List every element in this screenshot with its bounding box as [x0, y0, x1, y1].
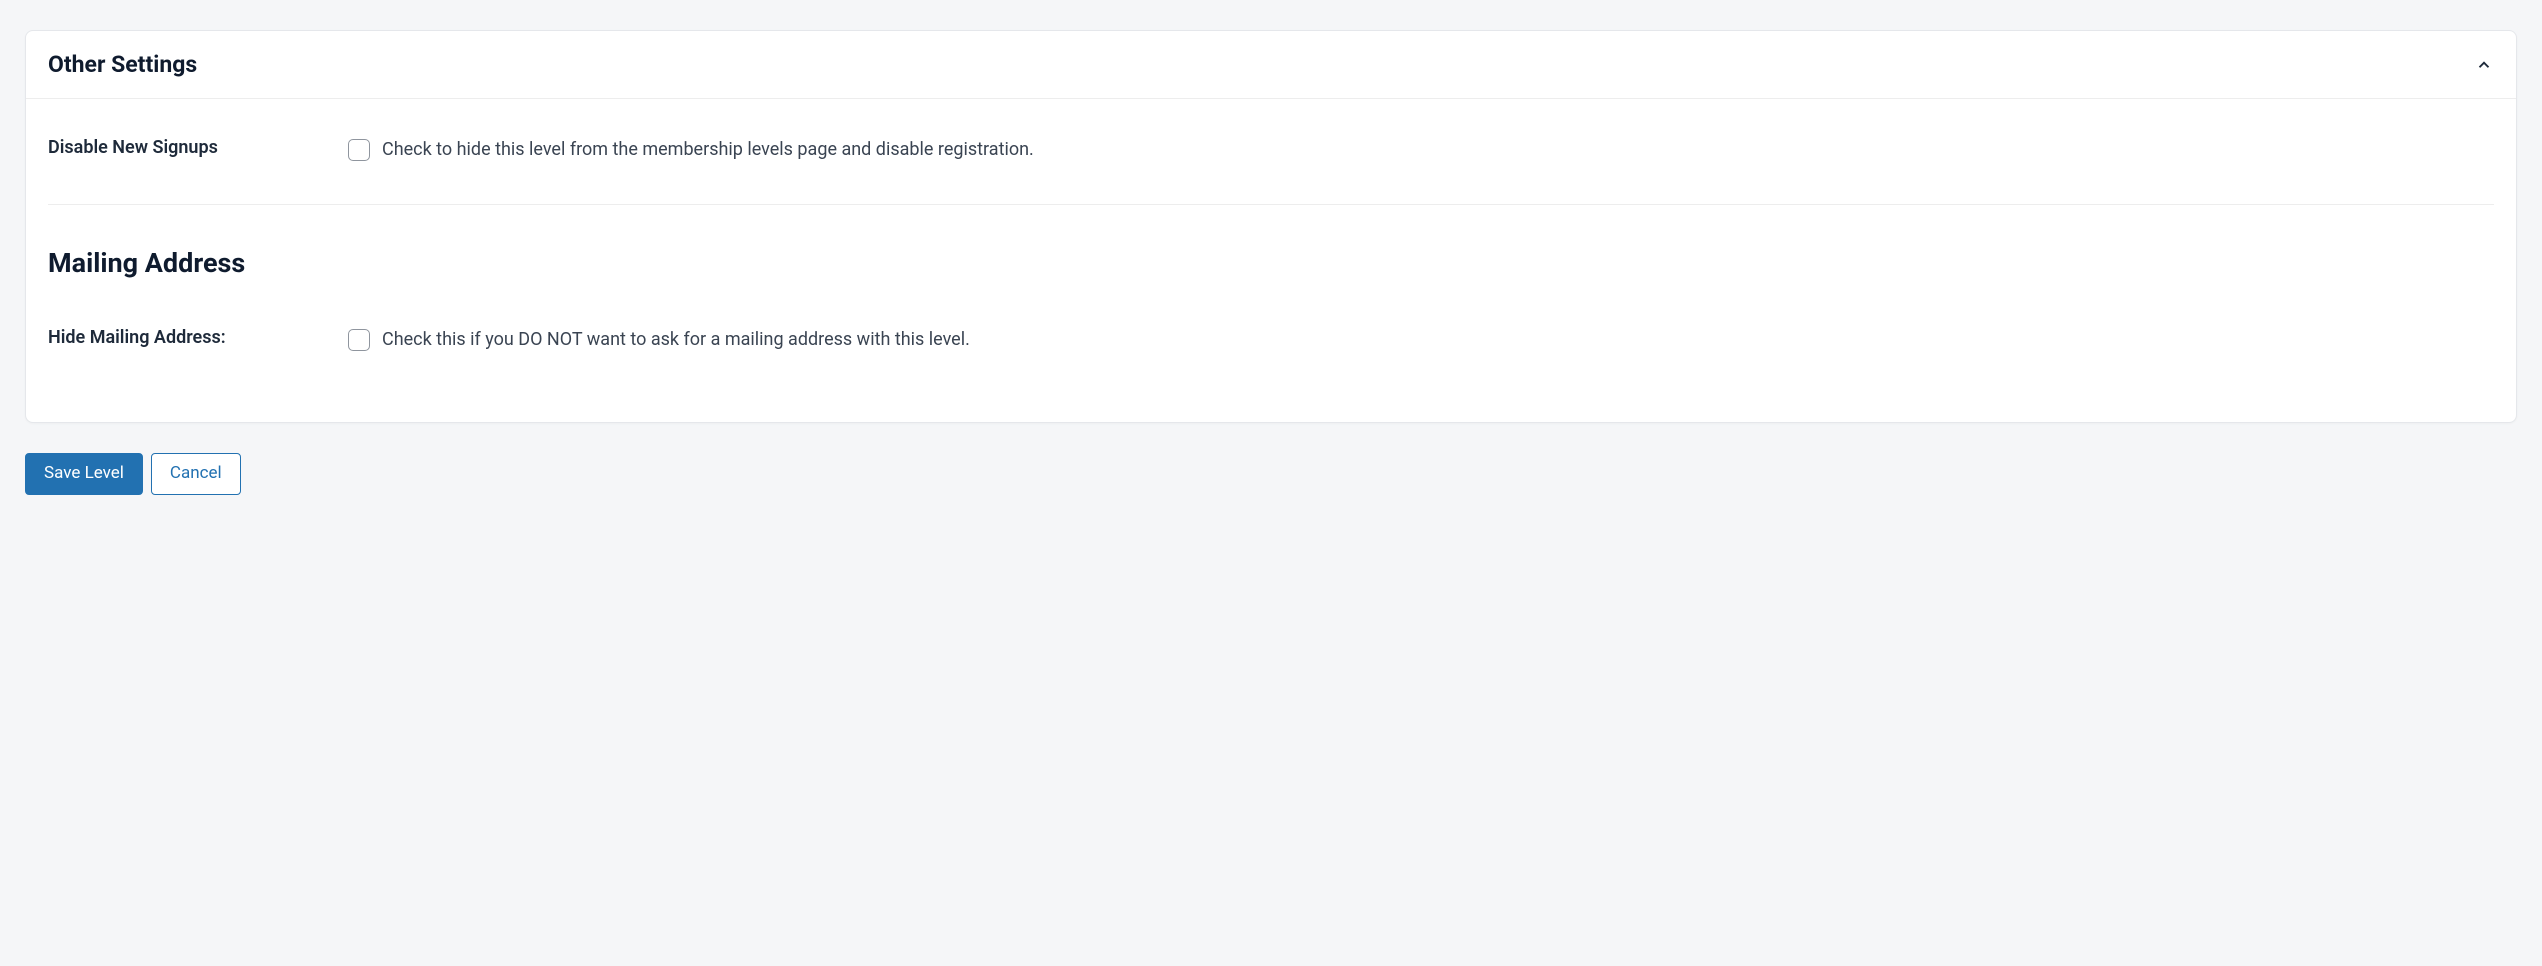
other-settings-panel: Other Settings Disable New Signups Check… [25, 30, 2517, 423]
hide-mailing-row: Hide Mailing Address: Check this if you … [48, 289, 2494, 394]
hide-mailing-label: Hide Mailing Address: [48, 327, 348, 348]
action-buttons: Save Level Cancel [25, 453, 2517, 495]
cancel-button[interactable]: Cancel [151, 453, 241, 495]
panel-header[interactable]: Other Settings [26, 31, 2516, 99]
disable-signups-control: Check to hide this level from the member… [348, 137, 1034, 162]
disable-signups-row: Disable New Signups Check to hide this l… [48, 99, 2494, 204]
hide-mailing-control: Check this if you DO NOT want to ask for… [348, 327, 970, 352]
disable-signups-checkbox[interactable] [348, 139, 370, 161]
chevron-up-icon [2474, 55, 2494, 75]
disable-signups-label: Disable New Signups [48, 137, 348, 158]
panel-body: Disable New Signups Check to hide this l… [26, 99, 2516, 422]
panel-title: Other Settings [48, 51, 197, 78]
disable-signups-description: Check to hide this level from the member… [382, 137, 1034, 162]
save-button[interactable]: Save Level [25, 453, 143, 495]
hide-mailing-description: Check this if you DO NOT want to ask for… [382, 327, 970, 352]
hide-mailing-checkbox[interactable] [348, 329, 370, 351]
mailing-address-title: Mailing Address [48, 205, 2494, 289]
